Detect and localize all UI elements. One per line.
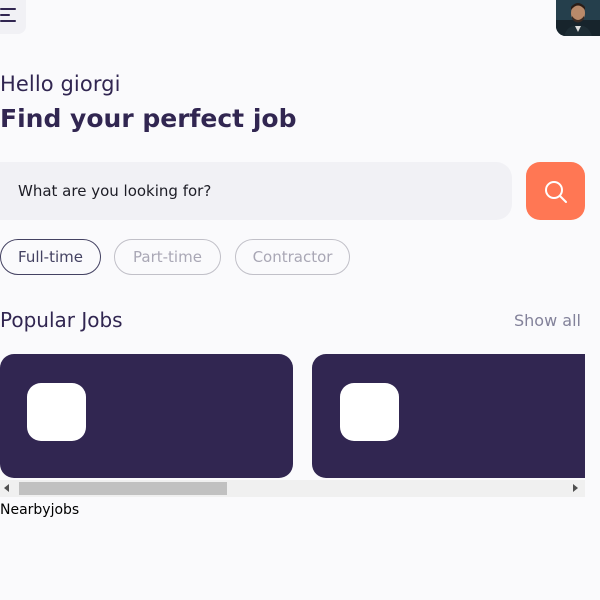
job-card[interactable]: [312, 354, 585, 478]
search-icon: [545, 181, 567, 203]
popular-jobs-title: Popular Jobs: [0, 308, 123, 332]
horizontal-scrollbar[interactable]: [0, 480, 585, 497]
scroll-right-icon[interactable]: [573, 484, 578, 492]
greeting-text: Hello giorgi: [0, 72, 121, 96]
job-card[interactable]: [0, 354, 293, 478]
tab-full-time[interactable]: Full-time: [0, 239, 101, 275]
popular-jobs-list[interactable]: [0, 354, 585, 498]
profile-avatar[interactable]: [556, 0, 600, 36]
menu-button[interactable]: [0, 0, 26, 34]
search-button[interactable]: [526, 162, 585, 220]
home-screen: Hello giorgi Find your perfect job Full-…: [0, 0, 600, 600]
company-logo[interactable]: [340, 383, 399, 441]
show-all-link[interactable]: Show all: [514, 311, 581, 330]
scroll-left-icon[interactable]: [4, 484, 9, 492]
tab-part-time[interactable]: Part-time: [114, 239, 221, 275]
nearby-jobs-title: Nearbyjobs: [0, 502, 80, 518]
tab-contractor[interactable]: Contractor: [235, 239, 350, 275]
page-headline: Find your perfect job: [0, 104, 297, 133]
user-avatar-icon: [556, 0, 600, 36]
search-container: [0, 162, 512, 220]
scrollbar-thumb[interactable]: [19, 482, 227, 495]
search-input[interactable]: [18, 180, 498, 202]
company-logo[interactable]: [27, 383, 86, 441]
